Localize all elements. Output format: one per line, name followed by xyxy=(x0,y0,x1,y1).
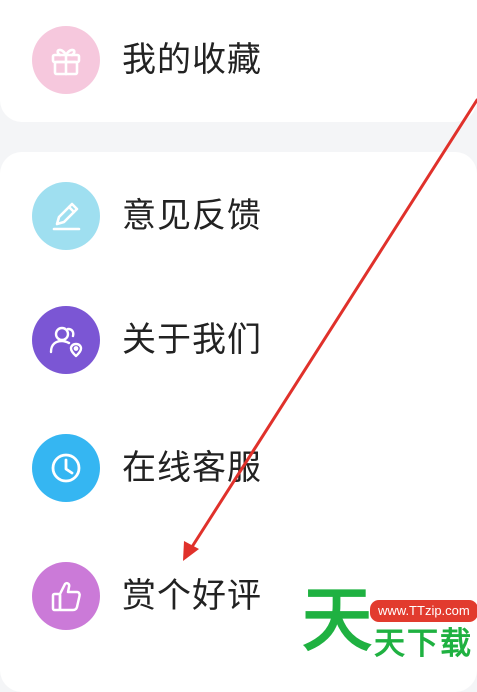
menu-label-feedback: 意见反馈 xyxy=(122,196,262,236)
menu-label-rate-us: 赏个好评 xyxy=(122,576,262,616)
menu-label-online-service: 在线客服 xyxy=(122,448,262,488)
watermark-big-char: 天 xyxy=(302,579,372,661)
users-location-icon xyxy=(32,306,100,374)
watermark-logo: 天 www.TTzip.com 天下载 xyxy=(300,580,477,669)
clock-icon xyxy=(32,434,100,502)
menu-card-top: 我的收藏 xyxy=(0,0,477,122)
pencil-icon xyxy=(32,182,100,250)
menu-item-about-us[interactable]: 关于我们 xyxy=(0,280,477,400)
menu-item-favorites[interactable]: 我的收藏 xyxy=(0,0,477,120)
gift-icon xyxy=(32,26,100,94)
menu-label-about-us: 关于我们 xyxy=(122,320,262,360)
menu-label-favorites: 我的收藏 xyxy=(122,40,262,80)
menu-item-online-service[interactable]: 在线客服 xyxy=(0,408,477,528)
watermark-url: www.TTzip.com xyxy=(370,600,477,622)
thumbs-up-icon xyxy=(32,562,100,630)
watermark-text: 天下载 xyxy=(374,626,473,662)
menu-item-feedback[interactable]: 意见反馈 xyxy=(0,156,477,276)
